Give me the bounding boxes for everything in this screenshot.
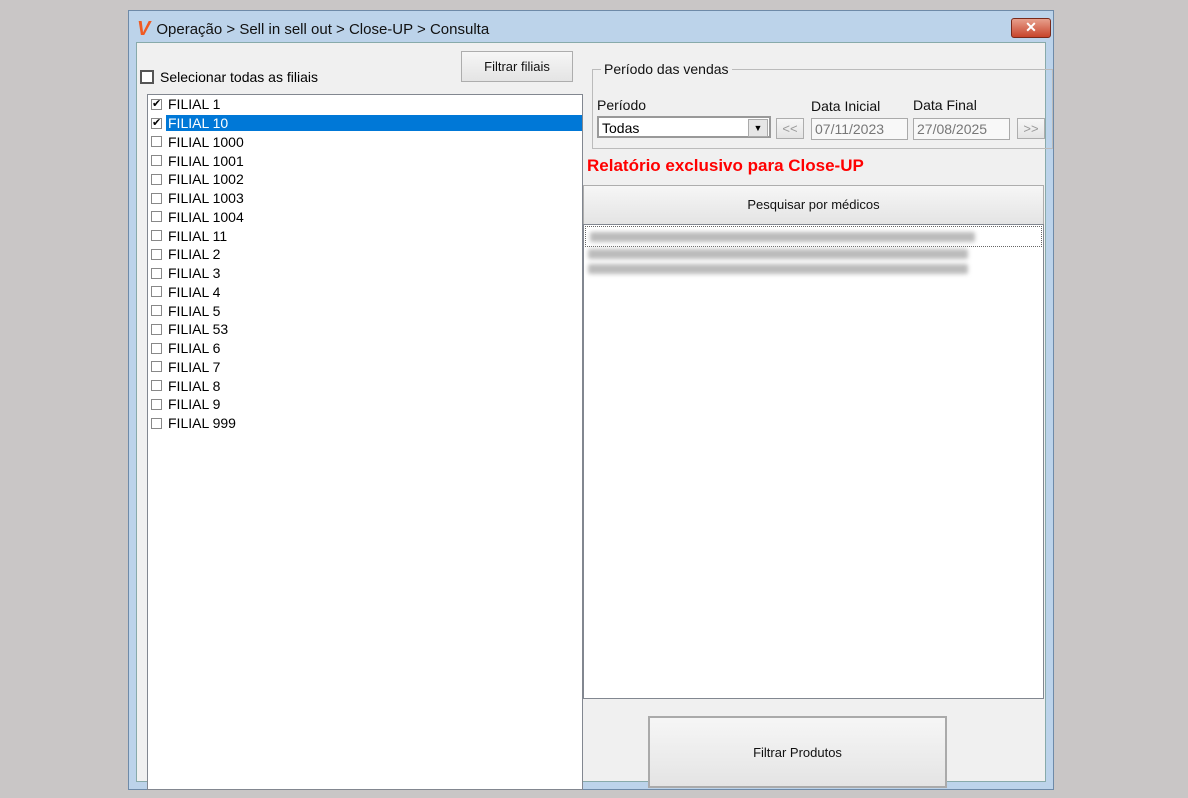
window: V Operação > Sell in sell out > Close-UP… [128, 10, 1054, 790]
title-bar: V Operação > Sell in sell out > Close-UP… [137, 17, 489, 41]
checkbox-icon[interactable] [151, 155, 162, 167]
branch-label: FILIAL 6 [168, 340, 221, 357]
window-title: Operação > Sell in sell out > Close-UP >… [156, 20, 490, 38]
checkbox-icon[interactable] [151, 211, 162, 223]
branch-item[interactable]: FILIAL 9 [148, 395, 582, 414]
app-logo-icon: V [137, 17, 151, 40]
checkbox-icon[interactable] [151, 342, 162, 354]
branch-item[interactable]: FILIAL 1003 [148, 189, 582, 208]
branch-item[interactable]: ✔ FILIAL 10 [148, 114, 582, 133]
checkbox-icon[interactable] [151, 286, 162, 298]
period-select[interactable]: Todas ▼ [597, 116, 771, 138]
branch-item[interactable]: FILIAL 11 [148, 226, 582, 245]
branch-item[interactable]: FILIAL 8 [148, 376, 582, 395]
doctor-list[interactable] [583, 224, 1044, 699]
list-item[interactable] [584, 264, 1043, 274]
start-date-field[interactable]: 07/11/2023 [811, 118, 908, 140]
end-date-label: Data Final [913, 97, 977, 113]
checkbox-icon[interactable] [151, 267, 162, 279]
group-label: Período das vendas [601, 61, 732, 77]
branch-label: FILIAL 4 [168, 283, 221, 300]
checkbox-icon[interactable] [151, 323, 162, 335]
end-date-field[interactable]: 27/08/2025 [913, 118, 1010, 140]
branch-item[interactable]: FILIAL 2 [148, 245, 582, 264]
branch-label: FILIAL 11 [168, 227, 228, 244]
branch-item[interactable]: FILIAL 7 [148, 358, 582, 377]
period-value: Todas [602, 120, 640, 136]
branch-item[interactable]: FILIAL 999 [148, 414, 582, 433]
branch-label: FILIAL 7 [168, 358, 221, 375]
period-label: Período [597, 97, 647, 113]
branch-label: FILIAL 5 [168, 302, 221, 319]
branch-label: FILIAL 999 [168, 415, 236, 432]
checkbox-icon[interactable] [151, 305, 162, 317]
prev-period-button[interactable]: << [776, 118, 804, 139]
branch-label: FILIAL 53 [168, 321, 229, 338]
branch-item[interactable]: FILIAL 5 [148, 301, 582, 320]
list-item[interactable] [585, 226, 1042, 247]
checkbox-checked-icon[interactable]: ✔ [151, 117, 162, 129]
branch-label: FILIAL 1002 [168, 171, 244, 188]
branch-item[interactable]: FILIAL 4 [148, 283, 582, 302]
checkbox-icon[interactable] [151, 136, 162, 148]
checkbox-icon [140, 70, 154, 84]
branch-label: FILIAL 1003 [168, 190, 244, 207]
branch-item[interactable]: FILIAL 1004 [148, 208, 582, 227]
select-all-checkbox[interactable]: Selecionar todas as filiais [140, 69, 318, 85]
branch-item[interactable]: FILIAL 1000 [148, 133, 582, 152]
checkbox-icon[interactable] [151, 380, 162, 392]
checkbox-icon[interactable] [151, 361, 162, 373]
checkbox-icon[interactable] [151, 230, 162, 242]
branch-label: FILIAL 9 [168, 396, 221, 413]
chevron-down-icon[interactable]: ▼ [748, 119, 768, 137]
branch-label: FILIAL 8 [168, 377, 221, 394]
filter-products-button[interactable]: Filtrar Produtos [648, 716, 947, 788]
branch-label: FILIAL 1000 [168, 133, 244, 150]
select-all-label: Selecionar todas as filiais [160, 69, 318, 85]
checkbox-icon[interactable] [151, 192, 162, 204]
checkbox-checked-icon[interactable]: ✔ [151, 98, 162, 110]
branch-label: FILIAL 1001 [168, 152, 244, 169]
branch-label: FILIAL 1004 [168, 208, 244, 225]
branch-label: FILIAL 2 [168, 246, 221, 263]
client-area: Selecionar todas as filiais Filtrar fili… [136, 42, 1053, 790]
next-period-button[interactable]: >> [1017, 118, 1045, 139]
closeup-notice: Relatório exclusivo para Close-UP [587, 156, 864, 175]
branch-item[interactable]: FILIAL 1001 [148, 151, 582, 170]
search-doctors-button[interactable]: Pesquisar por médicos [583, 185, 1044, 225]
checkbox-icon[interactable] [151, 417, 162, 429]
branch-list[interactable]: ✔ FILIAL 1 ✔ FILIAL 10 FILIAL 1000 FILIAL 100… [147, 94, 583, 790]
branch-label: FILIAL 3 [168, 265, 221, 282]
branch-item[interactable]: FILIAL 1002 [148, 170, 582, 189]
branch-item[interactable]: ✔ FILIAL 1 [148, 95, 582, 114]
branch-label: FILIAL 1 [168, 96, 221, 113]
filter-branches-button[interactable]: Filtrar filiais [461, 51, 573, 82]
close-button[interactable]: ✕ [1011, 18, 1051, 38]
checkbox-icon[interactable] [151, 398, 162, 410]
branch-label: FILIAL 10 [166, 115, 582, 132]
list-item[interactable] [584, 249, 1043, 259]
branch-item[interactable]: FILIAL 53 [148, 320, 582, 339]
checkbox-icon[interactable] [151, 248, 162, 260]
sales-period-group: Período das vendas Período Todas ▼ << Da… [592, 61, 1053, 149]
branch-item[interactable]: FILIAL 3 [148, 264, 582, 283]
checkbox-icon[interactable] [151, 173, 162, 185]
branch-item[interactable]: FILIAL 6 [148, 339, 582, 358]
start-date-label: Data Inicial [811, 98, 881, 114]
